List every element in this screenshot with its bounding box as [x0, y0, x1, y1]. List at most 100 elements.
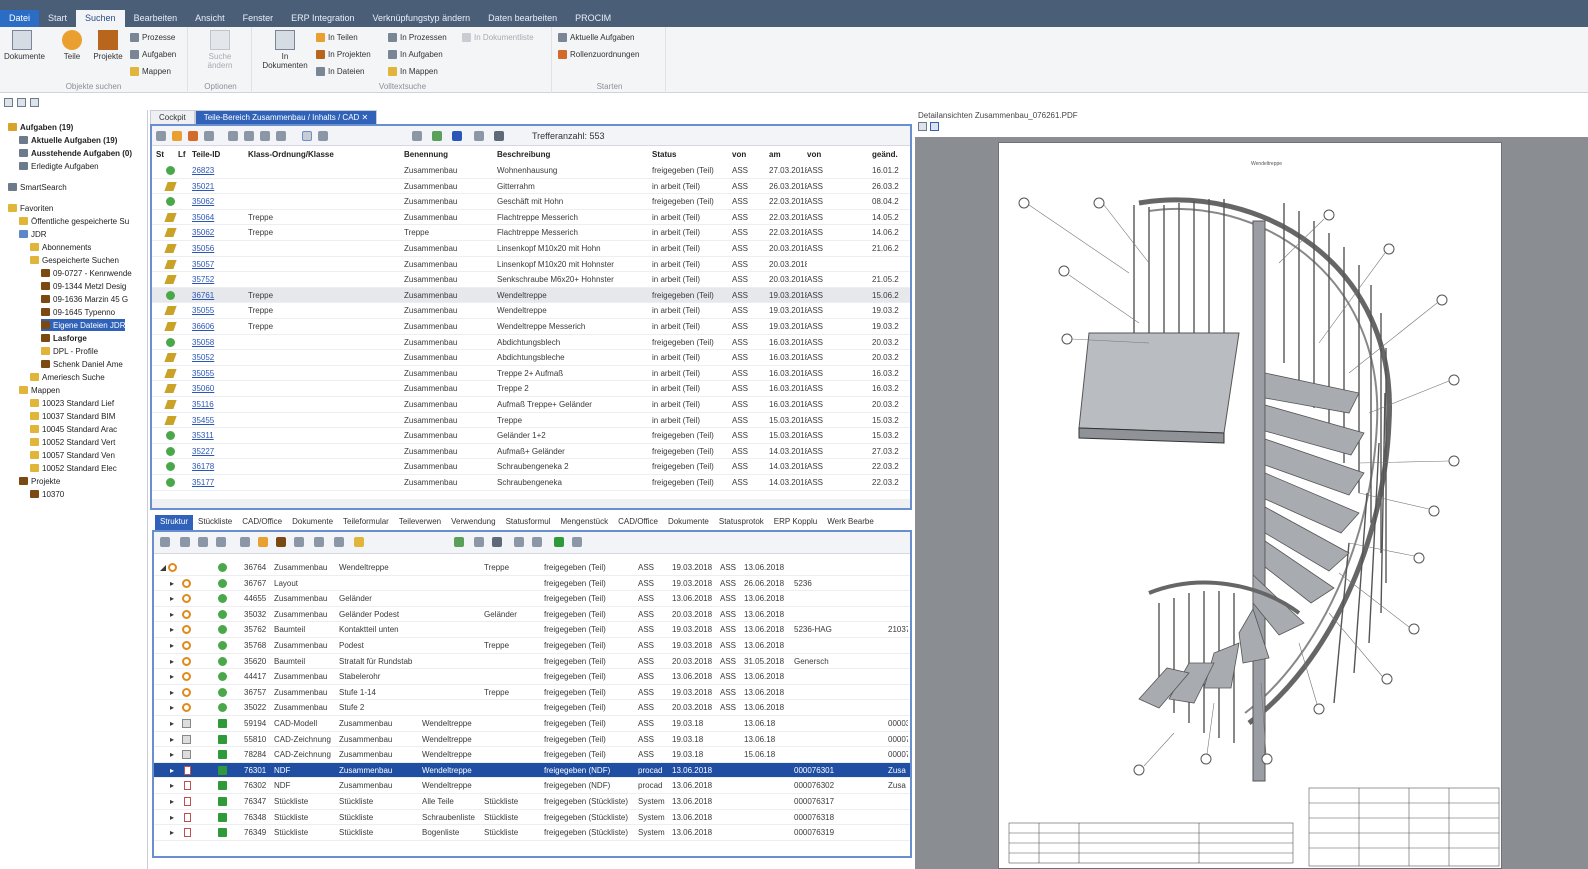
- ribbon-tab-1[interactable]: Start: [39, 10, 76, 27]
- structure-row[interactable]: ▸ 76347 Stückliste Stückliste Alle Teile Stüc…: [154, 794, 910, 810]
- structure-settings-icon[interactable]: [474, 537, 484, 547]
- tree-node[interactable]: 10370: [30, 488, 64, 500]
- search-processes-button[interactable]: Prozesse: [130, 30, 175, 44]
- table-cell[interactable]: 35060: [192, 384, 242, 393]
- ribbon-tab-4[interactable]: Ansicht: [186, 10, 234, 27]
- structure-row[interactable]: ▸ 35032 Zusammenbau Geländer Podest Geländer…: [154, 607, 910, 623]
- column-header[interactable]: Status: [652, 150, 676, 159]
- tree-node[interactable]: 09-1645 Typenno: [41, 306, 115, 318]
- grid-view-icon[interactable]: [4, 97, 13, 107]
- column-header[interactable]: Beschreibung: [497, 150, 550, 159]
- table-row[interactable]: 35052 Zusammenbau Abdichtungsbleche in arbe…: [152, 350, 910, 366]
- tree-node[interactable]: Ameriesch Suche: [30, 371, 105, 383]
- structure-row[interactable]: ▸ 35620 Baumteil Stratalt für Rundstab freig…: [154, 654, 910, 670]
- column-header[interactable]: am: [769, 150, 781, 159]
- pdf-viewer[interactable]: Wendeltreppe: [915, 137, 1588, 869]
- detail-tab[interactable]: Verwendung: [446, 515, 500, 530]
- ribbon-tab-5[interactable]: Fenster: [234, 10, 283, 27]
- close-icon[interactable]: ✕: [362, 113, 369, 122]
- table-row[interactable]: 36761 Treppe Zusammenbau Wendeltreppe freige…: [152, 287, 910, 304]
- tree-node[interactable]: Abonnements: [30, 241, 91, 253]
- column-header[interactable]: Teile-ID: [192, 150, 220, 159]
- copy-icon[interactable]: [204, 131, 214, 141]
- table-icon[interactable]: [228, 131, 238, 141]
- tree-node[interactable]: Öffentliche gespeicherte Su: [19, 215, 129, 227]
- expand-toggle-icon[interactable]: ▸: [170, 719, 174, 728]
- tree-icon[interactable]: [314, 537, 324, 547]
- tree-node[interactable]: 10057 Standard Ven: [30, 449, 115, 461]
- compare-icon[interactable]: [294, 537, 304, 547]
- tree-node[interactable]: 10052 Standard Elec: [30, 462, 117, 474]
- table-cell[interactable]: 35752: [192, 275, 242, 284]
- status-icon[interactable]: [554, 537, 564, 547]
- structure-row[interactable]: ▸ 44417 Zusammenbau Stabelerohr freigegeben …: [154, 669, 910, 685]
- expand-toggle-icon[interactable]: ▸: [170, 610, 174, 619]
- table-row[interactable]: 35060 Zusammenbau Treppe 2 in arbeit (Teil)…: [152, 381, 910, 397]
- layout-icon[interactable]: [318, 131, 328, 141]
- search-tasks-button[interactable]: Aufgaben: [130, 47, 176, 61]
- expand-toggle-icon[interactable]: ◢: [160, 563, 166, 572]
- tree-network-icon[interactable]: [572, 537, 582, 547]
- structure-row[interactable]: ▸ 55810 CAD-Zeichnung Zusammenbau Wendeltrep…: [154, 732, 910, 748]
- detail-tab[interactable]: Mengenstück: [555, 515, 613, 530]
- move-up-icon[interactable]: [198, 537, 208, 547]
- table-row[interactable]: 26823 Zusammenbau Wohnenhausung freigegeben…: [152, 163, 910, 179]
- search-icon[interactable]: [276, 131, 286, 141]
- project-add-icon[interactable]: [276, 537, 286, 547]
- fulltext-documents-button[interactable]: In Dokumenten: [258, 30, 312, 70]
- detail-tab[interactable]: Statusprotok: [714, 515, 769, 530]
- table-cell[interactable]: 36178: [192, 462, 242, 471]
- fulltext-doclist-button[interactable]: In Dokumentliste: [462, 30, 534, 44]
- structure-row[interactable]: ◢ 36764 Zusammenbau Wendeltreppe Treppe freig…: [154, 560, 910, 576]
- print-icon[interactable]: [494, 131, 504, 141]
- tree-node[interactable]: Schenk Daniel Ame: [41, 358, 123, 370]
- structure-row[interactable]: ▸ 35768 Zusammenbau Podest Treppe freigegeben…: [154, 638, 910, 654]
- table-row[interactable]: 35177 Zusammenbau Schraubengeneka freigegeb…: [152, 475, 910, 491]
- structure-export-icon[interactable]: [532, 537, 542, 547]
- detail-tab[interactable]: CAD/Office: [613, 515, 663, 530]
- tree-node[interactable]: 10045 Standard Arac: [30, 423, 117, 435]
- tree-node[interactable]: Favoriten: [8, 202, 53, 214]
- detail-tab[interactable]: Werk Bearbe: [822, 515, 879, 530]
- parts-toolbar-icon[interactable]: [172, 131, 182, 141]
- tab-parts-area[interactable]: Teile-Bereich Zusammenbau / Inhalts / CA…: [194, 110, 378, 124]
- table-cell[interactable]: 35062: [192, 197, 242, 206]
- table-row[interactable]: 36606 Treppe Zusammenbau Wendeltreppe Messe…: [152, 319, 910, 335]
- horizontal-scrollbar[interactable]: [152, 499, 910, 508]
- column-header[interactable]: Lf: [178, 150, 186, 159]
- table-cell[interactable]: 36761: [192, 291, 242, 300]
- table-cell[interactable]: 36606: [192, 322, 242, 331]
- table-cell[interactable]: 35021: [192, 182, 242, 191]
- table-cell[interactable]: 35064: [192, 213, 242, 222]
- structure-row[interactable]: ▸ 44655 Zusammenbau Geländer freigegeben (Te…: [154, 591, 910, 607]
- tree-node[interactable]: 10023 Standard Lief: [30, 397, 114, 409]
- detail-tab[interactable]: ERP Kopplu: [769, 515, 822, 530]
- expand-toggle-icon[interactable]: ▸: [170, 828, 174, 837]
- table-cell[interactable]: 35311: [192, 431, 242, 440]
- table-row[interactable]: 35311 Zusammenbau Geländer 1+2 freigegeben …: [152, 428, 910, 444]
- fulltext-parts-button[interactable]: In Teilen: [316, 30, 358, 44]
- expand-icon[interactable]: [160, 537, 170, 547]
- table-row[interactable]: 35055 Zusammenbau Treppe 2+ Aufmaß in arbei…: [152, 366, 910, 382]
- search-projects-button[interactable]: Projekte: [90, 30, 126, 61]
- tree-node[interactable]: Erledigte Aufgaben: [19, 160, 99, 172]
- current-tasks-button[interactable]: Aktuelle Aufgaben: [558, 30, 635, 44]
- tree-node[interactable]: JDR: [19, 228, 47, 240]
- print-preview-icon[interactable]: [412, 131, 422, 141]
- tree-node[interactable]: 09-1344 Metzl Desig: [41, 280, 126, 292]
- collapse-icon[interactable]: [180, 537, 190, 547]
- filter-icon[interactable]: [452, 131, 462, 141]
- detail-tab[interactable]: Dokumente: [663, 515, 714, 530]
- search-parts-button[interactable]: Teile: [54, 30, 90, 61]
- tree-node[interactable]: 10037 Standard BIM: [30, 410, 115, 422]
- tree-node[interactable]: Gespeicherte Suchen: [30, 254, 119, 266]
- link-small-icon[interactable]: [454, 537, 464, 547]
- table-cell[interactable]: 35058: [192, 338, 242, 347]
- table-row[interactable]: 35062 Zusammenbau Geschäft mit Hohn freigeg…: [152, 194, 910, 210]
- table-row[interactable]: 35455 Zusammenbau Treppe in arbeit (Teil) AS…: [152, 413, 910, 429]
- table-row[interactable]: 36178 Zusammenbau Schraubengeneka 2 freigeg…: [152, 459, 910, 475]
- move-down-icon[interactable]: [216, 537, 226, 547]
- table-row[interactable]: 35058 Zusammenbau Abdichtungsblech freigege…: [152, 335, 910, 351]
- table-cell[interactable]: 26823: [192, 166, 242, 175]
- tree-node[interactable]: 10052 Standard Vert: [30, 436, 115, 448]
